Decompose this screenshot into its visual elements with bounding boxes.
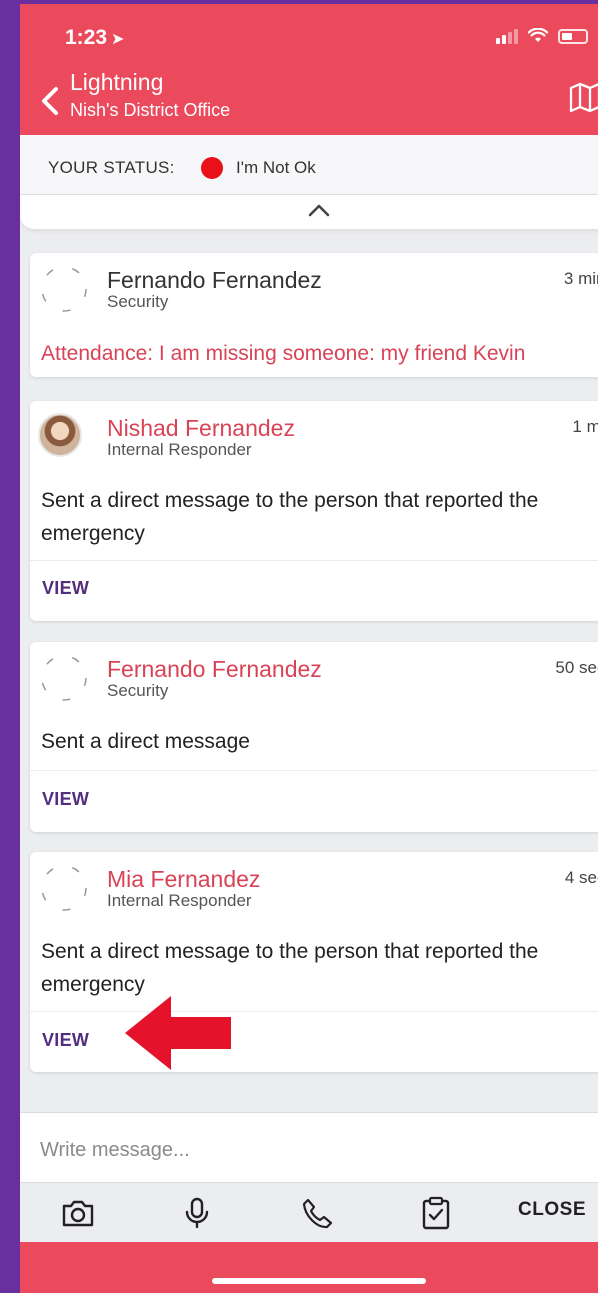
feed-author: Mia Fernandez <box>107 866 261 892</box>
avatar-placeholder-icon <box>41 655 87 701</box>
avatar-placeholder-icon <box>41 266 87 312</box>
feed-card: Nishad Fernandez Internal Responder 1 mi… <box>30 401 598 621</box>
feed-author-role: Security <box>107 292 169 311</box>
feed-time: 3 mins <box>563 269 598 288</box>
feed-author-role: Internal Responder <box>107 891 252 910</box>
feed-author-role: Security <box>107 681 169 700</box>
avatar <box>38 413 82 457</box>
feed-time: 4 secs <box>564 868 598 887</box>
location-arrow-icon: ➤ <box>111 31 125 48</box>
divider <box>30 770 598 771</box>
chevron-up-icon[interactable] <box>308 203 330 217</box>
close-button[interactable]: CLOSE <box>518 1199 586 1221</box>
footer-bar <box>20 1242 598 1293</box>
feed-author-role: Internal Responder <box>107 440 252 459</box>
home-indicator[interactable] <box>212 1278 426 1284</box>
your-status-label: YOUR STATUS: <box>48 158 175 177</box>
page-title: Lightning <box>70 69 164 95</box>
feed-message: Sent a direct message to the person that… <box>41 489 539 545</box>
clock: 1:23 <box>65 26 108 49</box>
map-icon[interactable] <box>568 80 598 114</box>
feed-message: Sent a direct message <box>41 730 250 753</box>
feed-message: Attendance: I am missing someone: my fri… <box>41 342 526 365</box>
feed-message: Sent a direct message to the person that… <box>41 940 539 996</box>
clipboard-check-icon[interactable] <box>418 1195 454 1231</box>
avatar-placeholder-icon <box>41 865 87 911</box>
message-input[interactable] <box>40 1135 560 1165</box>
wifi-icon <box>528 28 548 42</box>
app-header: 1:23 ➤ Lightning Nish's District Office <box>20 4 598 135</box>
annotation-arrow-icon <box>125 996 231 1070</box>
divider <box>30 1011 598 1012</box>
battery-icon <box>558 28 588 44</box>
view-button[interactable]: VIEW <box>42 578 89 599</box>
status-indicator-dot <box>201 157 223 179</box>
system-status-icons <box>496 28 588 44</box>
microphone-icon[interactable] <box>179 1195 215 1231</box>
your-status-value: I'm Not Ok <box>236 158 316 177</box>
view-button[interactable]: VIEW <box>42 1030 89 1051</box>
feed-time: 50 secs <box>555 658 598 677</box>
feed-author: Fernando Fernandez <box>107 267 322 293</box>
phone-icon[interactable] <box>299 1195 335 1231</box>
feed-card: Mia Fernandez Internal Responder 4 secs … <box>30 852 598 1072</box>
back-chevron-icon[interactable] <box>38 84 62 118</box>
feed-author: Nishad Fernandez <box>107 415 295 441</box>
collapse-panel[interactable] <box>20 195 598 229</box>
signal-icon <box>496 28 518 44</box>
feed-card: Fernando Fernandez Security 50 secs Sent… <box>30 642 598 832</box>
camera-icon[interactable] <box>60 1195 96 1231</box>
view-button[interactable]: VIEW <box>42 789 89 810</box>
action-toolbar: CLOSE <box>20 1182 598 1242</box>
feed-time: 1 min <box>572 417 598 436</box>
status-time: 1:23 ➤ <box>65 26 124 50</box>
divider <box>30 560 598 561</box>
app-screen: 1:23 ➤ Lightning Nish's District Office Y… <box>20 4 598 1293</box>
feed-author: Fernando Fernandez <box>107 656 322 682</box>
feed-card: Fernando Fernandez Security 3 mins Atten… <box>30 253 598 377</box>
message-composer <box>20 1112 598 1182</box>
page-subtitle: Nish's District Office <box>70 100 231 120</box>
your-status-bar[interactable]: YOUR STATUS: I'm Not Ok <box>20 135 598 195</box>
